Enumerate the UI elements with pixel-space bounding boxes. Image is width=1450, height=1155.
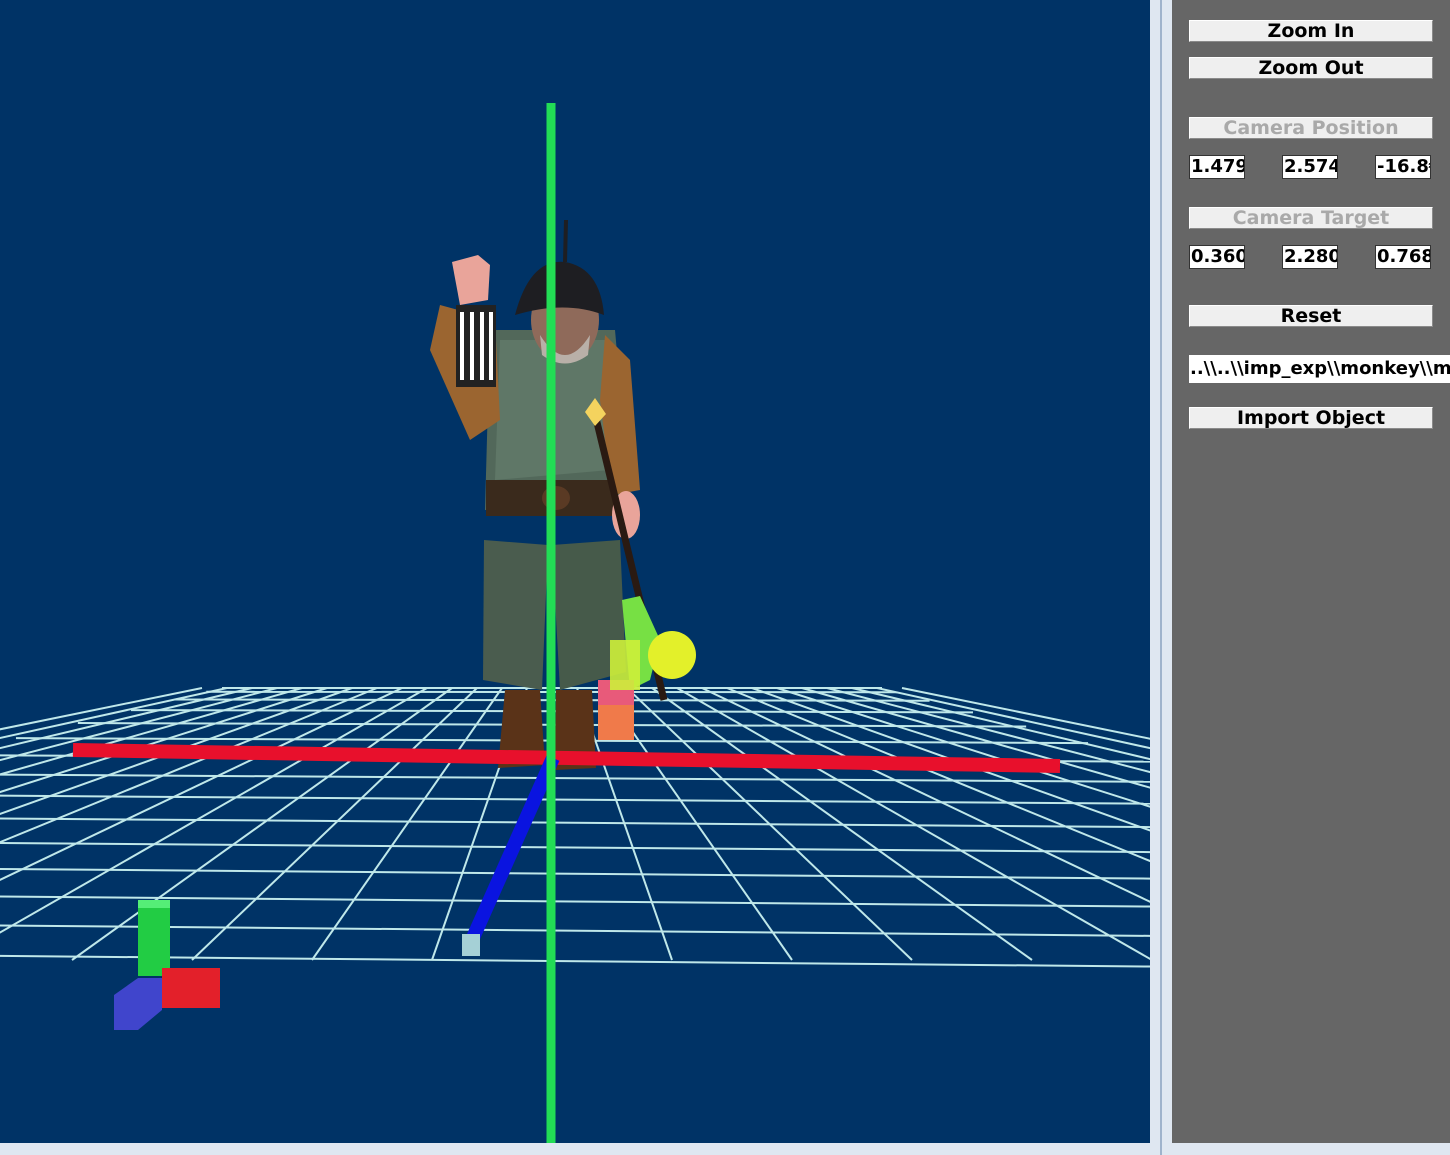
reset-button[interactable]: Reset <box>1189 305 1433 327</box>
camera-position-label: Camera Position <box>1189 117 1433 139</box>
import-object-button[interactable]: Import Object <box>1189 407 1433 429</box>
splitter[interactable] <box>1160 0 1162 1155</box>
zoom-in-button[interactable]: Zoom In <box>1189 20 1433 42</box>
z-axis-line <box>465 755 560 943</box>
camera-target-y-field[interactable]: 2.280 <box>1282 245 1338 269</box>
camera-position-x-field[interactable]: 1.479 <box>1189 155 1245 179</box>
x-axis-line <box>72 743 1061 773</box>
zoom-out-button[interactable]: Zoom Out <box>1189 57 1433 79</box>
3d-viewport[interactable] <box>0 0 1150 1143</box>
control-panel: Zoom In Zoom Out Camera Position 1.479 2… <box>1172 0 1450 1143</box>
file-path-field[interactable]: ..\\..\\imp_exp\\monkey\\mo <box>1189 355 1450 383</box>
scene-canvas[interactable] <box>0 0 1150 1143</box>
camera-position-y-field[interactable]: 2.574 <box>1282 155 1338 179</box>
camera-target-label: Camera Target <box>1189 207 1433 229</box>
camera-target-z-field[interactable]: 0.768 <box>1375 245 1431 269</box>
z-axis-end-cap <box>462 934 480 956</box>
camera-target-x-field[interactable]: 0.360 <box>1189 245 1245 269</box>
camera-position-z-field[interactable]: -16.8€ <box>1375 155 1431 179</box>
